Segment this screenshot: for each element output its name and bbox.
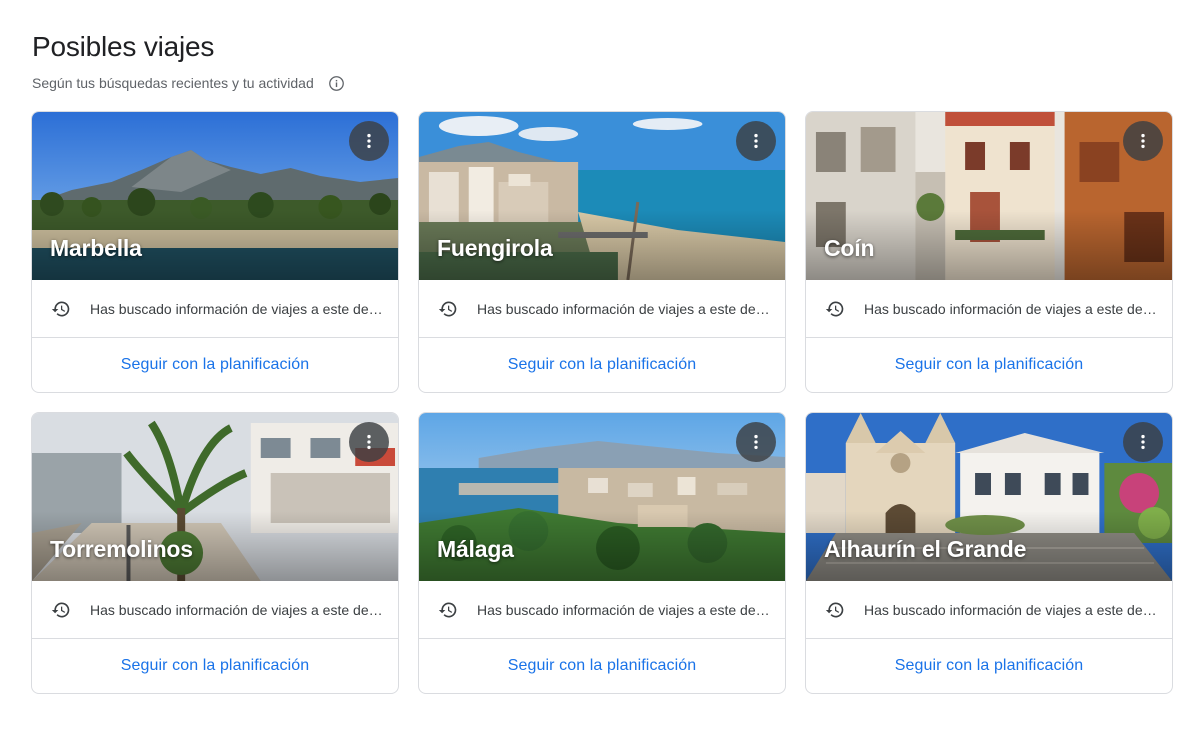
destination-photo[interactable]: Torremolinos [32,413,398,581]
page-header: Posibles viajes Según tus búsquedas reci… [32,30,345,93]
search-history-text: Has buscado información de viajes a este… [90,601,384,618]
history-icon [438,600,458,620]
continue-planning-button[interactable]: Seguir con la planificación [121,356,310,374]
destination-photo[interactable]: Málaga [419,413,785,581]
search-history-row: Has buscado información de viajes a este… [32,280,398,338]
info-icon[interactable] [328,75,345,92]
destination-name: Marbella [50,235,142,261]
destination-photo[interactable]: Coín [806,112,1172,280]
trip-card-malaga[interactable]: Málaga Has buscado información de viajes… [418,412,786,694]
continue-planning-button[interactable]: Seguir con la planificación [895,657,1084,675]
more-vert-icon [367,133,371,149]
search-history-row: Has buscado información de viajes a este… [419,581,785,639]
continue-planning-button[interactable]: Seguir con la planificación [508,356,697,374]
more-vert-icon [1141,434,1145,450]
page-subtitle: Según tus búsquedas recientes y tu activ… [32,75,314,91]
search-history-row: Has buscado información de viajes a este… [32,581,398,639]
trip-card-alhaurin-el-grande[interactable]: Alhaurín el Grande Has buscado informaci… [805,412,1173,694]
destination-photo[interactable]: Marbella [32,112,398,280]
search-history-text: Has buscado información de viajes a este… [864,601,1158,618]
action-row: Seguir con la planificación [419,338,785,392]
more-vert-icon [754,133,758,149]
search-history-text: Has buscado información de viajes a este… [90,300,384,317]
action-row: Seguir con la planificación [32,639,398,693]
history-icon [825,600,845,620]
action-row: Seguir con la planificación [806,639,1172,693]
more-options-button[interactable] [1123,422,1163,462]
destination-photo[interactable]: Fuengirola [419,112,785,280]
history-icon [438,299,458,319]
action-row: Seguir con la planificación [806,338,1172,392]
continue-planning-button[interactable]: Seguir con la planificación [895,356,1084,374]
more-options-button[interactable] [349,422,389,462]
more-options-button[interactable] [1123,121,1163,161]
history-icon [51,299,71,319]
history-icon [51,600,71,620]
trip-card-coin[interactable]: Coín Has buscado información de viajes a… [805,111,1173,393]
destination-name: Málaga [437,536,514,562]
destination-name: Torremolinos [50,536,193,562]
more-options-button[interactable] [736,121,776,161]
more-vert-icon [367,434,371,450]
search-history-row: Has buscado información de viajes a este… [806,581,1172,639]
search-history-text: Has buscado información de viajes a este… [477,300,771,317]
search-history-text: Has buscado información de viajes a este… [864,300,1158,317]
search-history-row: Has buscado información de viajes a este… [806,280,1172,338]
search-history-text: Has buscado información de viajes a este… [477,601,771,618]
more-vert-icon [754,434,758,450]
action-row: Seguir con la planificación [32,338,398,392]
trip-card-marbella[interactable]: Marbella Has buscado información de viaj… [31,111,399,393]
destination-name: Alhaurín el Grande [824,536,1027,562]
trip-card-fuengirola[interactable]: Fuengirola Has buscado información de vi… [418,111,786,393]
search-history-row: Has buscado información de viajes a este… [419,280,785,338]
trip-cards-grid: Marbella Has buscado información de viaj… [31,111,1173,694]
page-title: Posibles viajes [32,31,215,62]
more-options-button[interactable] [349,121,389,161]
continue-planning-button[interactable]: Seguir con la planificación [121,657,310,675]
destination-photo[interactable]: Alhaurín el Grande [806,413,1172,581]
destination-name: Fuengirola [437,235,553,261]
subtitle-row: Según tus búsquedas recientes y tu activ… [32,73,345,93]
continue-planning-button[interactable]: Seguir con la planificación [508,657,697,675]
action-row: Seguir con la planificación [419,639,785,693]
history-icon [825,299,845,319]
more-vert-icon [1141,133,1145,149]
destination-name: Coín [824,235,875,261]
more-options-button[interactable] [736,422,776,462]
trip-card-torremolinos[interactable]: Torremolinos Has buscado información de … [31,412,399,694]
